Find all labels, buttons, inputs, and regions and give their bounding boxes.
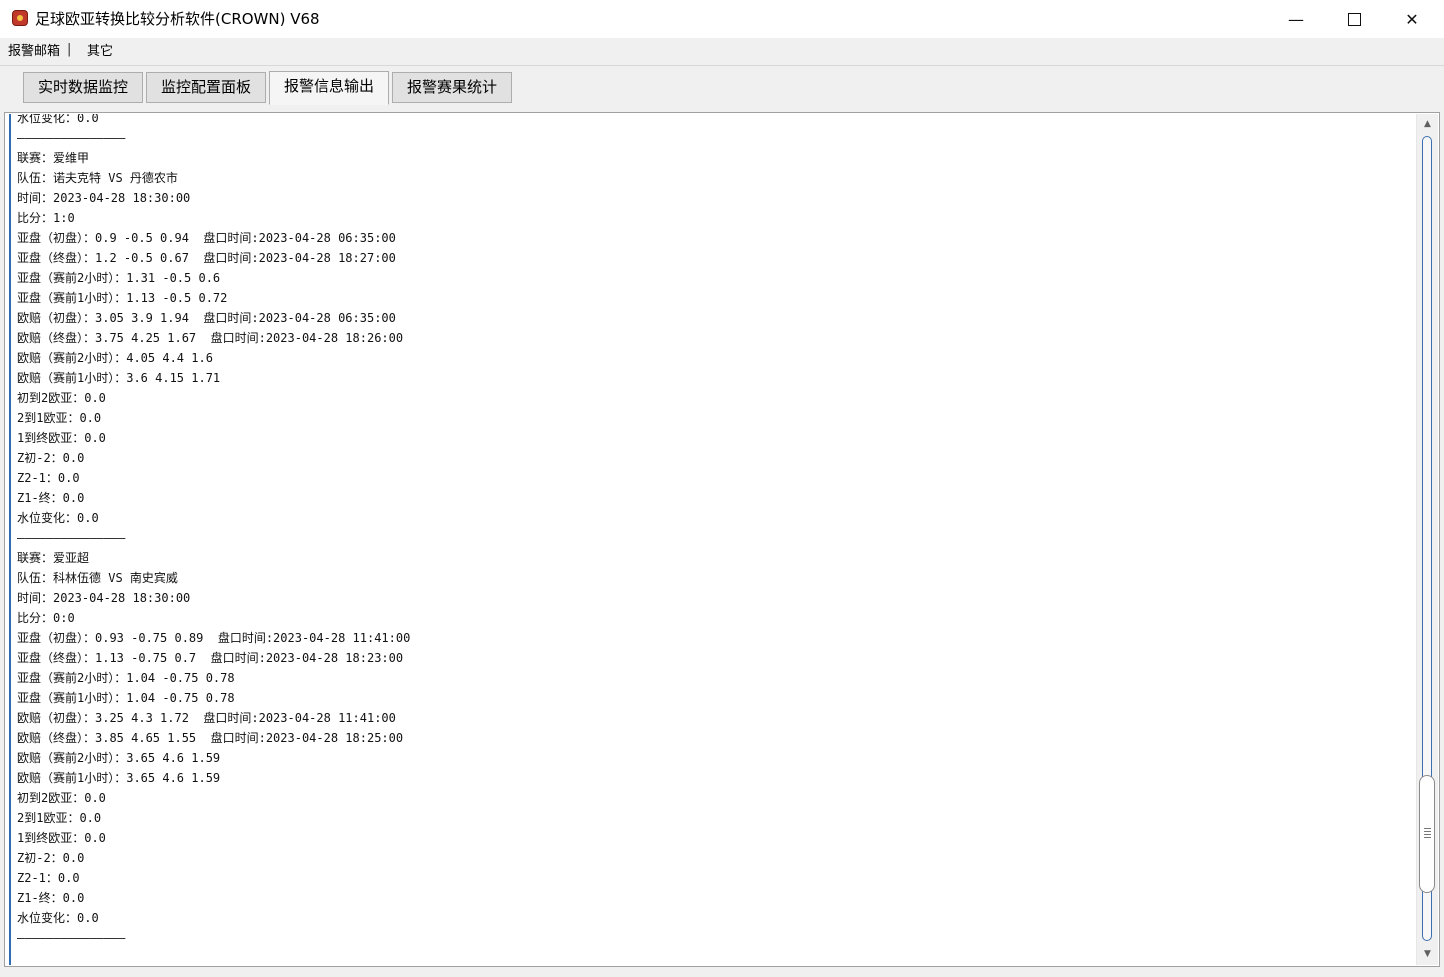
alert-output-panel: 水位变化：0.0 ——————————————— 联赛：爱维甲队伍：诺夫克特 VS … (4, 112, 1440, 967)
output-line: Z1-终：0.0 (17, 491, 85, 505)
output-line: 欧赔（终盘）：3.75 4.25 1.67 盘口时间:2023-04-28 18… (17, 331, 404, 345)
output-line: Z1-终：0.0 (17, 891, 85, 905)
tab-alert-output[interactable]: 报警信息输出 (269, 71, 389, 105)
output-line: 比分：0:0 (17, 611, 75, 625)
output-line: 亚盘（终盘）：1.2 -0.5 0.67 盘口时间:2023-04-28 18:… (17, 251, 396, 265)
output-line: 欧赔（赛前1小时）：3.65 4.6 1.59 (17, 771, 221, 785)
tab-strip: 实时数据监控 监控配置面板 报警信息输出 报警赛果统计 (0, 66, 1444, 110)
close-icon: ✕ (1405, 9, 1419, 29)
output-line: 亚盘（初盘）：0.9 -0.5 0.94 盘口时间:2023-04-28 06:… (17, 231, 396, 245)
title-bar: 足球欧亚转换比较分析软件(CROWN) V68 — ✕ (0, 0, 1444, 38)
output-line: 亚盘（终盘）：1.13 -0.75 0.7 盘口时间:2023-04-28 18… (17, 651, 404, 665)
output-line: ——————————————— (17, 931, 126, 945)
output-line: 水位变化：0.0 (17, 911, 99, 925)
output-line: Z初-2：0.0 (17, 451, 85, 465)
output-line: 队伍：诺夫克特 VS 丹德农市 (17, 171, 178, 185)
output-line: 1到终欧亚：0.0 (17, 831, 106, 845)
scroll-down-icon[interactable]: ▼ (1417, 946, 1438, 963)
output-line: Z2-1：0.0 (17, 471, 80, 485)
minimize-button[interactable]: — (1267, 0, 1325, 38)
output-lines: 水位变化：0.0 ——————————————— 联赛：爱维甲队伍：诺夫克特 VS … (17, 114, 410, 948)
alert-output-textarea[interactable]: 水位变化：0.0 ——————————————— 联赛：爱维甲队伍：诺夫克特 VS … (9, 114, 1415, 965)
output-line: Z初-2：0.0 (17, 851, 85, 865)
output-line: 亚盘（赛前1小时）：1.13 -0.5 0.72 (17, 291, 228, 305)
menu-bar: 报警邮箱 | 其它 (0, 38, 1444, 66)
output-line: 水位变化：0.0 (17, 511, 99, 525)
scroll-up-icon[interactable]: ▲ (1417, 116, 1438, 133)
output-line: 时间：2023-04-28 18:30:00 (17, 191, 191, 205)
output-line: 欧赔（赛前1小时）：3.6 4.15 1.71 (17, 371, 221, 385)
grip-icon (1424, 827, 1431, 839)
output-line: 水位变化：0.0 (17, 114, 99, 125)
output-line: 1到终欧亚：0.0 (17, 431, 106, 445)
output-line: 亚盘（赛前2小时）：1.04 -0.75 0.78 (17, 671, 235, 685)
scroll-thumb[interactable] (1419, 774, 1435, 893)
maximize-button[interactable] (1325, 0, 1383, 38)
output-line: 亚盘（初盘）：0.93 -0.75 0.89 盘口时间:2023-04-28 1… (17, 631, 411, 645)
tab-monitor-config[interactable]: 监控配置面板 (146, 72, 266, 103)
menu-alert-mailbox[interactable]: 报警邮箱 (8, 43, 60, 60)
output-line: 比分：1:0 (17, 211, 75, 225)
output-line: 欧赔（初盘）：3.05 3.9 1.94 盘口时间:2023-04-28 06:… (17, 311, 396, 325)
tab-alert-results[interactable]: 报警赛果统计 (392, 72, 512, 103)
close-button[interactable]: ✕ (1383, 0, 1441, 38)
output-line: 队伍：科林伍德 VS 南史宾威 (17, 571, 178, 585)
output-line: ——————————————— (17, 131, 126, 145)
output-line: 欧赔（初盘）：3.25 4.3 1.72 盘口时间:2023-04-28 11:… (17, 711, 396, 725)
maximize-icon (1347, 12, 1361, 26)
output-line: ——————————————— (17, 531, 126, 545)
output-line: 联赛：爱亚超 (17, 551, 90, 565)
output-line: 欧赔（终盘）：3.85 4.65 1.55 盘口时间:2023-04-28 18… (17, 731, 404, 745)
output-line: 欧赔（赛前2小时）：3.65 4.6 1.59 (17, 751, 221, 765)
menu-other[interactable]: 其它 (87, 43, 113, 60)
window-title: 足球欧亚转换比较分析软件(CROWN) V68 (35, 10, 320, 28)
output-line: 亚盘（赛前2小时）：1.31 -0.5 0.6 (17, 271, 221, 285)
output-line: 欧赔（赛前2小时）：4.05 4.4 1.6 (17, 351, 213, 365)
tab-realtime-monitor[interactable]: 实时数据监控 (23, 72, 143, 103)
minimize-icon: — (1288, 9, 1304, 29)
output-line: Z2-1：0.0 (17, 871, 80, 885)
output-line: 2到1欧亚：0.0 (17, 411, 102, 425)
output-line: 时间：2023-04-28 18:30:00 (17, 591, 191, 605)
output-line: 2到1欧亚：0.0 (17, 811, 102, 825)
menu-separator: | (67, 42, 72, 57)
output-line: 初到2欧亚：0.0 (17, 791, 106, 805)
output-line: 联赛：爱维甲 (17, 151, 90, 165)
vertical-scrollbar[interactable]: ▲ ▼ (1416, 114, 1438, 965)
app-icon (12, 10, 28, 26)
output-line: 亚盘（赛前1小时）：1.04 -0.75 0.78 (17, 691, 235, 705)
output-line: 初到2欧亚：0.0 (17, 391, 106, 405)
